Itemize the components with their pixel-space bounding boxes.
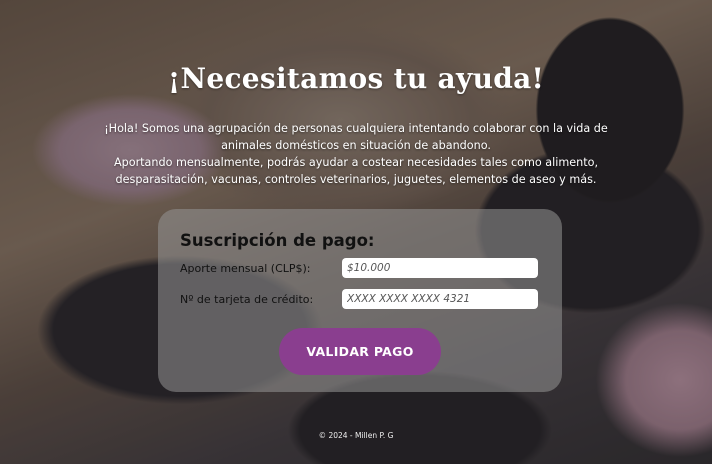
amount-row: Aporte mensual (CLP$): — [180, 258, 540, 278]
subscription-form: Suscripción de pago: Aporte mensual (CLP… — [158, 209, 562, 392]
page-content: ¡Necesitamos tu ayuda! ¡Hola! Somos una … — [0, 0, 712, 464]
card-number-label: Nº de tarjeta de crédito: — [180, 292, 314, 306]
card-number-row: Nº de tarjeta de crédito: — [180, 289, 540, 309]
intro-paragraph-1: ¡Hola! Somos una agrupación de personas … — [104, 122, 608, 152]
amount-label: Aporte mensual (CLP$): — [180, 261, 311, 275]
page-title: ¡Necesitamos tu ayuda! — [167, 62, 545, 95]
form-title: Suscripción de pago: — [180, 231, 375, 250]
validate-payment-button[interactable]: VALIDAR PAGO — [279, 328, 441, 375]
amount-input[interactable] — [342, 258, 538, 278]
footer-credit: © 2024 - Millen P. G — [318, 431, 394, 440]
intro-text: ¡Hola! Somos una agrupación de personas … — [90, 120, 622, 188]
intro-paragraph-2: Aportando mensualmente, podrás ayudar a … — [113, 156, 599, 186]
card-number-input[interactable] — [342, 289, 538, 309]
